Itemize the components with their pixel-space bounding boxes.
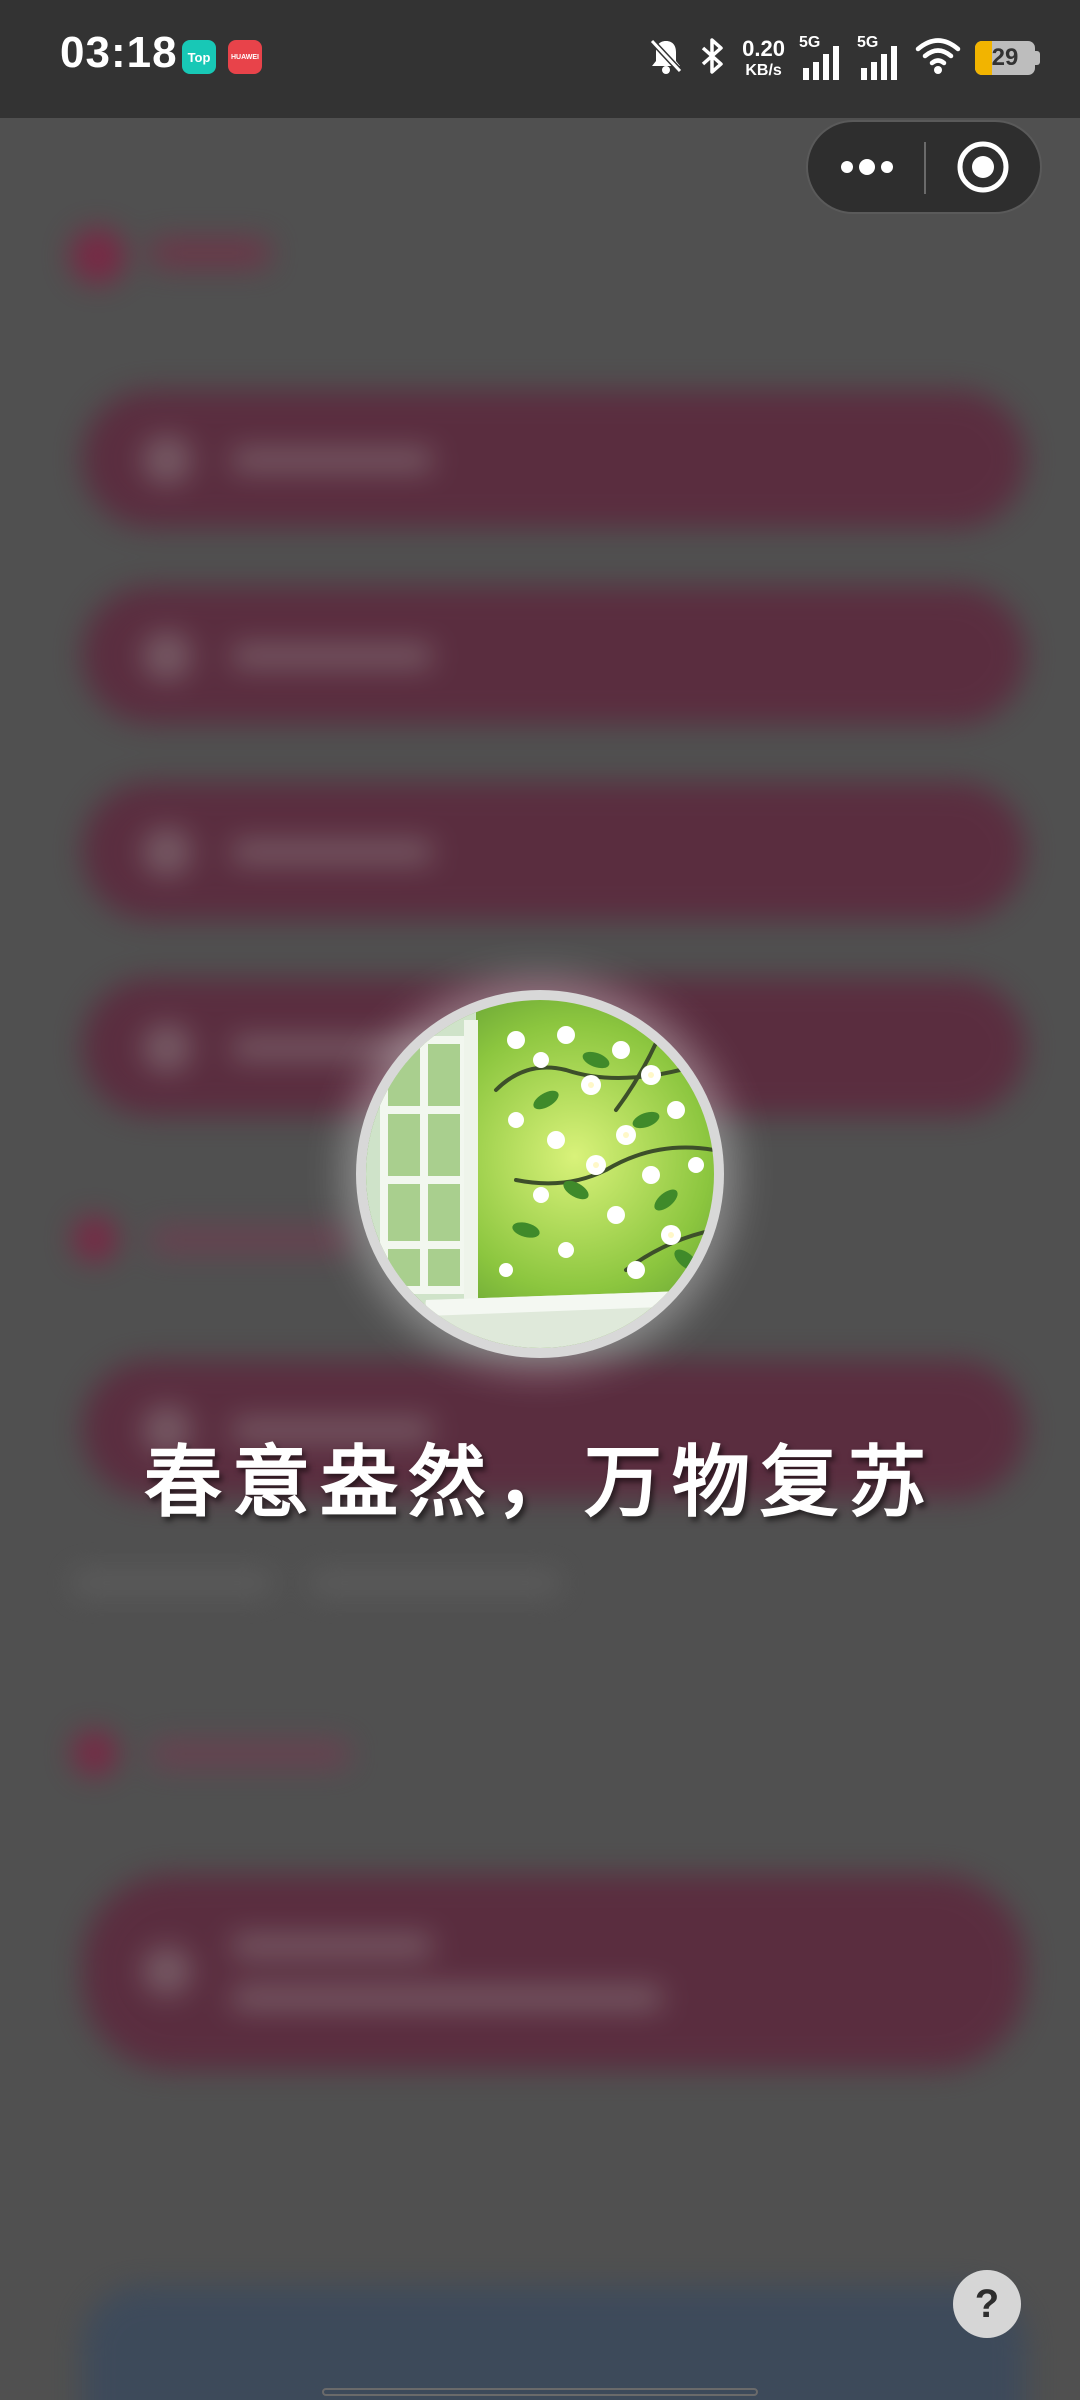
mini-program-screen: 03:18 Top HUAWEI 0.20 KB/s 5G 5G 29 春意盎然…	[0, 0, 1080, 2400]
battery-level: 29	[991, 44, 1019, 71]
bluetooth-icon	[698, 37, 728, 79]
battery-nub	[1035, 51, 1040, 65]
blurred-menu-pill	[82, 782, 1026, 920]
blurred-menu-card	[82, 1874, 1026, 2070]
blurred-section-title	[150, 1226, 350, 1254]
capsule-menu	[806, 120, 1042, 214]
mute-bell-icon	[648, 37, 684, 79]
blurred-header-icon	[70, 228, 126, 284]
battery-indicator: 29	[975, 41, 1040, 75]
network-speed-value: 0.20	[742, 35, 785, 61]
status-time: 03:18	[60, 28, 178, 77]
signal-bars-icon	[861, 46, 897, 80]
signal-bars-icon	[803, 46, 839, 80]
top-app-icon: Top	[182, 40, 216, 74]
network-speed: 0.20 KB/s	[742, 35, 785, 79]
blurred-menu-pill	[82, 586, 1026, 724]
blurred-section-icon	[72, 1216, 118, 1262]
blurred-section-icon	[72, 1730, 118, 1776]
spring-window-image	[366, 1000, 714, 1348]
blurred-section-title	[150, 1740, 350, 1768]
more-button[interactable]	[808, 122, 925, 212]
blurred-header-text	[150, 238, 270, 268]
blurred-text-line	[310, 1570, 560, 1596]
blurred-text-line	[72, 1570, 272, 1596]
battery-icon: 29	[975, 41, 1035, 75]
status-bar: 03:18 Top HUAWEI 0.20 KB/s 5G 5G 29	[0, 0, 1080, 118]
blurred-menu-pill	[82, 390, 1026, 528]
home-indicator[interactable]	[322, 2388, 758, 2396]
splash-slogan: 春意盎然，万物复苏	[143, 1437, 936, 1528]
blurred-bottom-button	[82, 2286, 1026, 2400]
network-speed-unit: KB/s	[745, 61, 782, 79]
close-button[interactable]	[926, 122, 1040, 212]
wifi-icon	[915, 36, 961, 80]
help-button[interactable]: ?	[953, 2270, 1021, 2338]
signal-2: 5G	[857, 34, 901, 82]
more-dots-icon	[840, 159, 893, 175]
status-icons: 0.20 KB/s 5G 5G 29	[648, 26, 1040, 90]
huawei-store-icon: HUAWEI	[228, 40, 262, 74]
signal-1: 5G	[799, 34, 843, 82]
target-close-icon	[957, 141, 1009, 193]
splash-image-frame	[356, 990, 724, 1358]
